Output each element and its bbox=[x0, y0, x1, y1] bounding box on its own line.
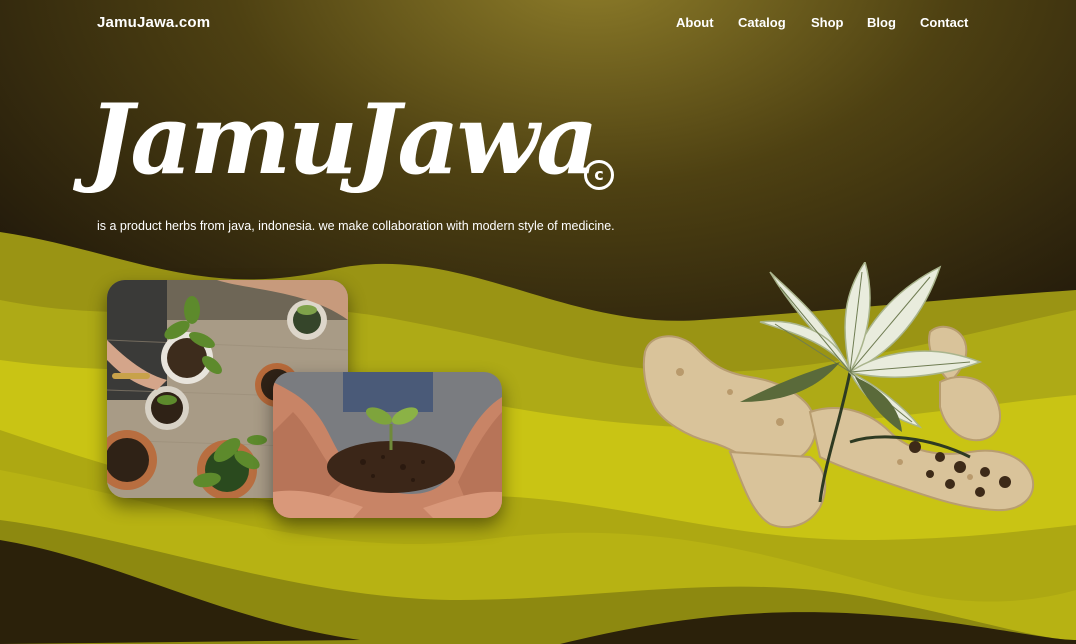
nav-contact[interactable]: Contact bbox=[920, 15, 968, 30]
nav-catalog[interactable]: Catalog bbox=[738, 15, 786, 30]
nav-about[interactable]: About bbox=[676, 15, 714, 30]
copyright-mark: c bbox=[584, 160, 614, 190]
brand-link[interactable]: JamuJawa.com bbox=[97, 14, 210, 31]
nav-blog[interactable]: Blog bbox=[867, 15, 896, 30]
nav-shop[interactable]: Shop bbox=[811, 15, 844, 30]
hero-tagline: is a product herbs from java, indonesia.… bbox=[97, 219, 615, 233]
top-nav: JamuJawa.com About Catalog Shop Blog Con… bbox=[0, 0, 1076, 44]
photo-hands-seedling bbox=[273, 372, 502, 518]
ginger-herb-image bbox=[642, 262, 1035, 529]
hero-title: JamuJawa bbox=[88, 83, 598, 196]
